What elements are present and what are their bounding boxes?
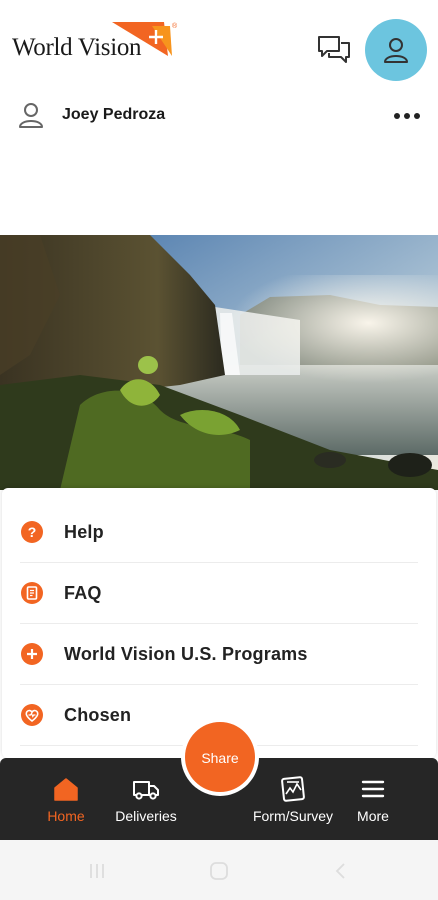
user-row: Joey Pedroza <box>0 96 438 136</box>
programs-icon <box>21 643 43 665</box>
nav-deliveries[interactable]: Deliveries <box>108 774 184 824</box>
menu-item-label: Chosen <box>64 704 132 725</box>
share-button-inner: Share <box>185 722 255 792</box>
world-vision-logo: World Vision ® <box>12 20 182 64</box>
help-icon: ? <box>21 521 43 543</box>
system-navigation-bar <box>0 840 438 900</box>
hero-landscape-image <box>0 235 438 490</box>
chosen-heart-icon <box>21 704 43 726</box>
logo-flag-icon: ® <box>112 22 178 56</box>
nav-home[interactable]: Home <box>40 774 92 824</box>
delivery-truck-icon <box>133 781 159 800</box>
share-button[interactable]: Share <box>181 718 259 796</box>
more-dots-icon[interactable] <box>392 104 422 128</box>
menu-item-programs[interactable]: World Vision U.S. Programs <box>20 624 418 685</box>
nav-more-label: More <box>357 808 389 824</box>
menu-item-label: FAQ <box>64 582 102 603</box>
app-header: World Vision ® <box>0 0 438 90</box>
faq-icon <box>21 582 43 604</box>
user-name: Joey Pedroza <box>62 106 166 123</box>
menu-item-faq[interactable]: FAQ <box>20 563 418 624</box>
nav-deliveries-label: Deliveries <box>115 808 177 824</box>
hamburger-menu-icon <box>361 780 385 798</box>
nav-form-survey[interactable]: Form/Survey <box>246 774 340 824</box>
chat-bubbles-icon <box>318 36 350 63</box>
nav-more[interactable]: More <box>350 774 396 824</box>
menu-item-help[interactable]: ? Help <box>20 502 418 563</box>
chat-button[interactable] <box>314 30 354 70</box>
profile-avatar-button[interactable] <box>365 19 427 81</box>
menu-item-label: Help <box>64 521 104 542</box>
share-label: Share <box>201 750 239 766</box>
nav-home-label: Home <box>47 808 85 824</box>
svg-text:®: ® <box>172 22 178 30</box>
user-avatar-icon <box>384 38 408 63</box>
waterfall-scene <box>0 235 438 490</box>
form-survey-icon <box>281 776 305 802</box>
nav-form-survey-label: Form/Survey <box>252 808 334 824</box>
recent-apps-icon[interactable] <box>86 860 108 882</box>
back-icon[interactable] <box>330 860 352 882</box>
menu-item-label: World Vision U.S. Programs <box>64 643 308 664</box>
person-icon <box>19 103 43 128</box>
svg-text:?: ? <box>28 524 37 540</box>
home-system-icon[interactable] <box>208 860 230 882</box>
home-icon <box>54 778 78 801</box>
